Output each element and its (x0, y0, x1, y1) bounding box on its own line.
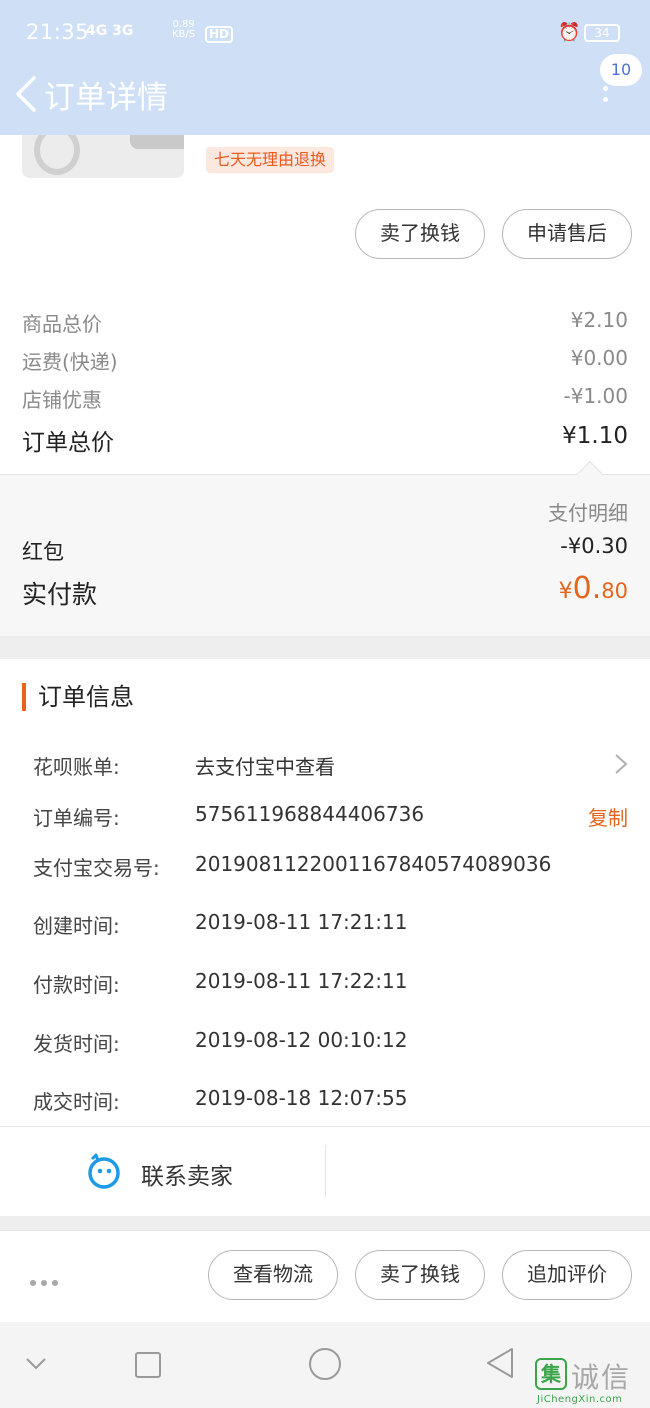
hd-icon: HD (205, 26, 234, 43)
nav-bar: 订单详情 10 (0, 54, 650, 135)
watermark: 集 诚信 JiChengXin.com (533, 1356, 648, 1406)
redpacket-label: 红包 (22, 540, 64, 564)
goods-total-value: ¥2.10 (570, 308, 628, 332)
sell-button[interactable]: 卖了换钱 (355, 209, 485, 259)
recents-icon[interactable] (135, 1352, 161, 1378)
divider (325, 1145, 326, 1197)
info-value: 2019-08-11 17:21:11 (195, 910, 408, 934)
info-key: 花呗账单: (33, 755, 120, 779)
paid-label: 实付款 (22, 580, 98, 609)
paid-int: 0. (572, 571, 602, 606)
message-badge[interactable]: 10 (600, 54, 642, 86)
net-speed-unit: KB/S (172, 29, 196, 40)
info-value: 去支付宝中查看 (195, 755, 335, 779)
info-value: 2019-08-18 12:07:55 (195, 1086, 408, 1110)
back-icon[interactable] (14, 74, 40, 114)
payment-detail-link[interactable]: 支付明细 (548, 497, 628, 526)
add-review-button[interactable]: 追加评价 (502, 1250, 632, 1300)
order-total-value: ¥1.10 (562, 423, 628, 449)
order-total-label: 订单总价 (22, 430, 114, 456)
more-menu-icon[interactable] (603, 86, 609, 112)
section-gap (0, 636, 650, 659)
shipping-label: 运费(快递) (22, 350, 118, 374)
info-key: 成交时间: (33, 1090, 120, 1114)
status-time: 21:35 (26, 20, 90, 44)
info-key: 付款时间: (33, 973, 120, 997)
discount-label: 店铺优惠 (22, 388, 102, 412)
contact-seller-button[interactable]: 联系卖家 (141, 1157, 233, 1191)
chevron-right-icon (615, 754, 628, 774)
view-logistics-button[interactable]: 查看物流 (208, 1250, 338, 1300)
paid-dec: 80 (601, 579, 628, 603)
signal-icon: 4G 3G (86, 23, 134, 39)
discount-value: -¥1.00 (563, 384, 628, 408)
contact-seller-bar: 联系卖家 (0, 1126, 650, 1216)
info-key: 订单编号: (33, 806, 120, 830)
home-icon[interactable] (309, 1348, 341, 1380)
info-key: 创建时间: (33, 914, 120, 938)
return-policy-tag: 七天无理由退换 (206, 147, 335, 173)
order-info-title: 订单信息 (22, 683, 134, 711)
status-bar: 21:35 4G 3G 0.89 KB/S HD ⏰ 34 (0, 0, 650, 68)
info-key: 发货时间: (33, 1032, 120, 1056)
shipping-value: ¥0.00 (570, 346, 628, 370)
sell-button-bottom[interactable]: 卖了换钱 (355, 1250, 485, 1300)
watermark-url: JiChengXin.com (537, 1394, 623, 1405)
product-thumbnail[interactable] (22, 135, 184, 178)
alarm-icon: ⏰ (558, 22, 581, 43)
more-actions-icon[interactable] (30, 1271, 63, 1290)
info-value: 575611968844406736 (195, 802, 425, 826)
goods-total-label: 商品总价 (22, 312, 102, 336)
watermark-logo: 集 (535, 1358, 567, 1390)
info-value: 2019-08-12 00:10:12 (195, 1028, 408, 1052)
net-speed: 0.89 KB/S (172, 20, 195, 40)
battery-icon: 34 (584, 24, 620, 42)
info-value: 2019081122001167840574089036 (195, 852, 552, 876)
section-gap (0, 1216, 650, 1230)
after-sale-button[interactable]: 申请售后 (502, 209, 632, 259)
app-header: 21:35 4G 3G 0.89 KB/S HD ⏰ 34 订单详情 10 (0, 0, 650, 135)
info-value: 2019-08-11 17:22:11 (195, 969, 408, 993)
page-title: 订单详情 (44, 80, 168, 116)
paid-currency: ¥ (558, 579, 573, 604)
back-nav-icon[interactable] (484, 1346, 516, 1380)
paid-amount: ¥0.80 (559, 571, 628, 606)
info-key: 支付宝交易号: (33, 856, 160, 880)
payment-detail-panel: 支付明细 红包 -¥0.30 实付款 ¥0.80 (0, 460, 650, 636)
watermark-name: 诚信 (571, 1361, 632, 1394)
chevron-down-icon[interactable] (24, 1356, 48, 1372)
copy-button[interactable]: 复制 (588, 802, 628, 831)
chat-bot-icon[interactable] (86, 1153, 122, 1189)
redpacket-value: -¥0.30 (560, 534, 628, 558)
